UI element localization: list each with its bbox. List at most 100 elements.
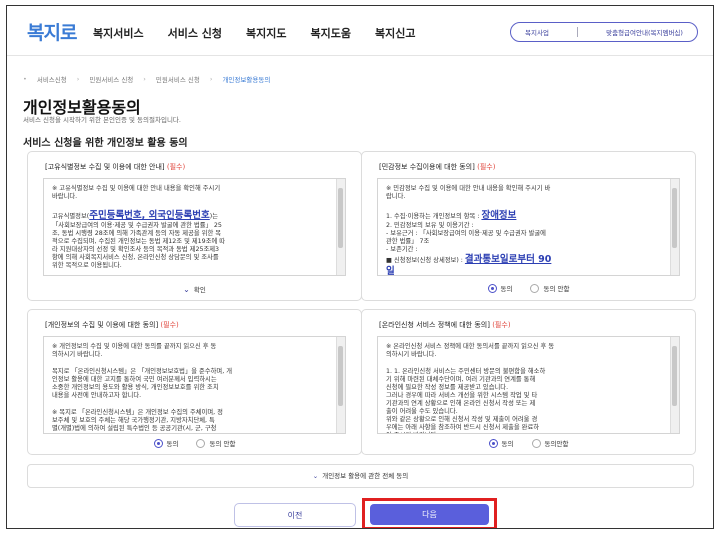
terms-text-line: ※ 고유식별정보 수집 및 이용에 대한 안내 내용을 확인해 주시기 (52, 185, 221, 192)
link-custom-benefit[interactable]: 맞춤형급여안내(복지멤버십) (606, 27, 683, 37)
chevron-right-icon: › (209, 75, 213, 83)
scrollbar[interactable] (336, 337, 345, 433)
scroll-thumb[interactable] (338, 346, 343, 406)
radio-checked-icon[interactable] (487, 283, 497, 293)
chevron-right-icon: › (76, 75, 80, 83)
radio-unchecked-icon[interactable] (531, 438, 541, 448)
consent-radio-group: 동의 동의 안함 (28, 438, 361, 448)
card-title: [개인정보의 수집 및 이용에 대한 동의] (필수) (45, 321, 179, 329)
terms-text-line: - 보유근거 : 「사회보장급여의 이용·제공 및 수급권자 발굴에 (386, 230, 546, 237)
terms-text-line: 출이 어려울 수도 있습니다. (386, 408, 458, 415)
terms-text-line: 1. 1. 온라인신청 서비스는 주민센터 방문의 불편함을 해소하 (386, 368, 546, 375)
radio-checked-icon[interactable] (153, 438, 163, 448)
header-quick-links: 복지사업 맞춤형급여안내(복지멤버십) (510, 22, 698, 42)
browser-frame: 복지로 복지서비스 서비스 신청 복지지도 복지도움 복지신고 복지사업 맞춤형… (6, 5, 714, 529)
agree-all-toggle[interactable]: ⌄ 개인정보 활용에 관한 전체 동의 (27, 464, 694, 488)
terms-text-line: 기 위해 마련된 대체수단이며, 여러 기관과의 연계를 통해 (386, 376, 536, 383)
nav-welfare-report[interactable]: 복지신고 (375, 25, 415, 41)
consent-radio-group: 동의 동의안함 (362, 438, 695, 448)
chevron-right-icon: › (143, 75, 146, 83)
terms-text-line: 조, 동법 시행령 28조에 의해 가족관계 등의 자동 제공을 위한 목 (52, 230, 222, 237)
page-subtitle: 서비스 신청을 시작하기 위한 본인인증 및 동의절차입니다. (23, 116, 181, 124)
terms-text-box[interactable]: ※ 온라인신청 서비스 정책에 대한 동의서를 끝까지 읽으신 후 동 의하시기 … (377, 336, 680, 434)
link-welfare-business[interactable]: 복지사업 (525, 27, 549, 37)
breadcrumb: • 서비스신청 › 민원서비스 신청 › 민원서비스 신청 › 개인정보활용동의 (23, 74, 280, 84)
scrollbar[interactable] (336, 179, 345, 275)
site-logo[interactable]: 복지로 (27, 18, 77, 45)
terms-text-line: 위한 목적으로 이용됩니다. (52, 262, 122, 269)
radio-checked-icon[interactable] (488, 438, 498, 448)
scrollbar[interactable] (670, 337, 679, 433)
scroll-thumb[interactable] (672, 188, 677, 248)
breadcrumb-item[interactable]: 서비스신청 (37, 74, 67, 84)
terms-text-line: 바랍니다. (52, 193, 78, 200)
terms-text-line: 인정보 활용에 대한 고지를 통하여 국민 여러분께서 입력하시는 (52, 376, 217, 383)
highlight-box: 다음 (362, 498, 497, 528)
highlighted-term: 일 (386, 266, 395, 276)
consent-card-sensitive-info: [민감정보 수집이용에 대한 동의] (필수) ※ 민감정보 수집 및 이용에 … (361, 151, 696, 301)
main-nav: 복지서비스 서비스 신청 복지지도 복지도움 복지신고 (93, 25, 416, 41)
terms-text-line: 복지로 「온라인신청시스템」은 「개인정보보호법」을 준수하며, 개 (52, 368, 233, 375)
terms-text-line: - 보존기간 : (386, 246, 418, 253)
radio-disagree[interactable]: 동의 안함 (530, 283, 569, 293)
radio-agree[interactable]: 동의 (488, 438, 514, 448)
terms-text-line: ※ 민감정보 수집 및 이용에 대한 안내 내용을 확인해 주시기 바 (386, 185, 551, 192)
terms-text-line: ※ 복지로 「온라인신청시스템」은 개인정보 수집의 주체이며, 정 (52, 409, 223, 416)
scroll-thumb[interactable] (672, 346, 677, 406)
terms-text-line: 여 주시기 바랍니다. (378, 432, 679, 433)
breadcrumb-item[interactable]: 민원서비스 신청 (89, 74, 133, 84)
terms-text-line: 기관과의 연계 상황으로 인해 온라인 신청서 작성 또는 제 (386, 400, 536, 407)
terms-text-line: 적으로 수집되며, 수집된 개인정보는 동법 제12조 및 제19조에 따 (52, 238, 226, 245)
scrollbar[interactable] (670, 179, 679, 275)
radio-agree[interactable]: 동의 (153, 438, 178, 448)
divider (577, 27, 579, 37)
terms-text-line: 1. 수집·이용하는 개인정보의 항목 : 장애정보 (386, 210, 517, 221)
highlighted-term: 주민등록번호, 외국인등록번호 (89, 210, 210, 221)
terms-text-box[interactable]: ※ 고유식별정보 수집 및 이용에 대한 안내 내용을 확인해 주시기 바랍니다.… (43, 178, 346, 276)
highlighted-term: 결과통보일로부터 90 (464, 254, 552, 265)
consent-card-online-policy: [온라인신청 서비스 정책에 대한 동의] (필수) ※ 온라인신청 서비스 정… (361, 309, 696, 455)
nav-welfare-service[interactable]: 복지서비스 (93, 25, 144, 41)
breadcrumb-current: 개인정보활용동의 (222, 76, 271, 84)
next-button[interactable]: 다음 (370, 504, 489, 525)
section-title: 서비스 신청을 위한 개인정보 활용 동의 (23, 138, 188, 149)
highlighted-term: 장애정보 (481, 210, 517, 221)
radio-agree[interactable]: 동의 (487, 283, 512, 293)
radio-disagree[interactable]: 동의안함 (531, 438, 568, 448)
home-icon[interactable]: • (23, 75, 27, 83)
chevron-down-icon: ⌄ (312, 472, 319, 480)
terms-text-line: 별(개별)법에 의하여 설립된 특수법인 등 공공기관(시, 군, 구청 (52, 425, 217, 432)
breadcrumb-item[interactable]: 민원서비스 신청 (156, 74, 200, 84)
terms-text-line: 고유식별정보(주민등록번호, 외국인등록번호)는 (52, 210, 219, 221)
confirm-button[interactable]: ⌄ 확인 (28, 284, 361, 294)
prev-button[interactable]: 이전 (234, 503, 356, 527)
consent-card-unique-id: [고유식별정보 수집 및 이용에 대한 안내] (필수) ※ 고유식별정보 수집… (27, 151, 362, 301)
terms-text-line: 그러나 경우에 따라 서비스 개선을 위한 시스템 작업 및 타 (386, 392, 538, 399)
radio-unchecked-icon[interactable] (196, 438, 206, 448)
nav-welfare-map[interactable]: 복지지도 (246, 25, 286, 41)
nav-welfare-help[interactable]: 복지도움 (311, 25, 351, 41)
terms-text-line: 소중한 개인정보의 용도와 활용 방식, 개인정보보호를 위한 조치 (52, 384, 219, 391)
terms-text-line: ※ 온라인신청 서비스 정책에 대한 동의서를 끝까지 읽으신 후 동 (386, 343, 555, 350)
chevron-down-icon: ⌄ (183, 285, 190, 294)
nav-service-apply[interactable]: 서비스 신청 (168, 25, 222, 41)
terms-text-line: 「사회보장급여의 이용·제공 및 수급권자 발굴에 관한 법률」 25 (52, 222, 222, 229)
radio-disagree[interactable]: 동의 안함 (196, 438, 235, 448)
terms-text-line: 우에는 아래 사항을 참조하여 반드시 신청서 제출을 완료하 (386, 424, 540, 431)
terms-text-line: 라 지원대상자의 선정 및 확인조사 등의 목적과 동법 제25조제3 (52, 246, 220, 253)
terms-text-line: 2. 민감정보의 보유 및 이용기간 : (386, 222, 474, 229)
terms-text-box[interactable]: ※ 민감정보 수집 및 이용에 대한 안내 내용을 확인해 주시기 바 랍니다. 1… (377, 178, 680, 276)
consent-radio-group: 동의 동의 안함 (362, 283, 695, 293)
scroll-thumb[interactable] (338, 188, 343, 248)
terms-text-line: 일 (378, 266, 679, 276)
terms-text-box[interactable]: ※ 개인정보의 수집 및 이용에 대한 동의를 끝까지 읽으신 후 동 의하시기 … (43, 336, 346, 434)
radio-unchecked-icon[interactable] (530, 283, 540, 293)
terms-text-line: ※ 개인정보의 수집 및 이용에 대한 동의를 끝까지 읽으신 후 동 (52, 343, 217, 350)
card-title: [고유식별정보 수집 및 이용에 대한 안내] (필수) (45, 163, 186, 171)
terms-text-line: 랍니다. (386, 193, 406, 200)
site-header: 복지로 복지서비스 서비스 신청 복지지도 복지도움 복지신고 복지사업 맞춤형… (7, 6, 713, 56)
terms-text-line: 보주체 및 보호의 주체는 해당 국가행정기관, 지방자치단체, 특 (52, 417, 215, 424)
terms-text-line: 의하시기 바랍니다. (386, 351, 437, 358)
consent-card-personal-info: [개인정보의 수집 및 이용에 대한 동의] (필수) ※ 개인정보의 수집 및… (27, 309, 362, 455)
card-title: [민감정보 수집이용에 대한 동의] (필수) (379, 163, 496, 171)
